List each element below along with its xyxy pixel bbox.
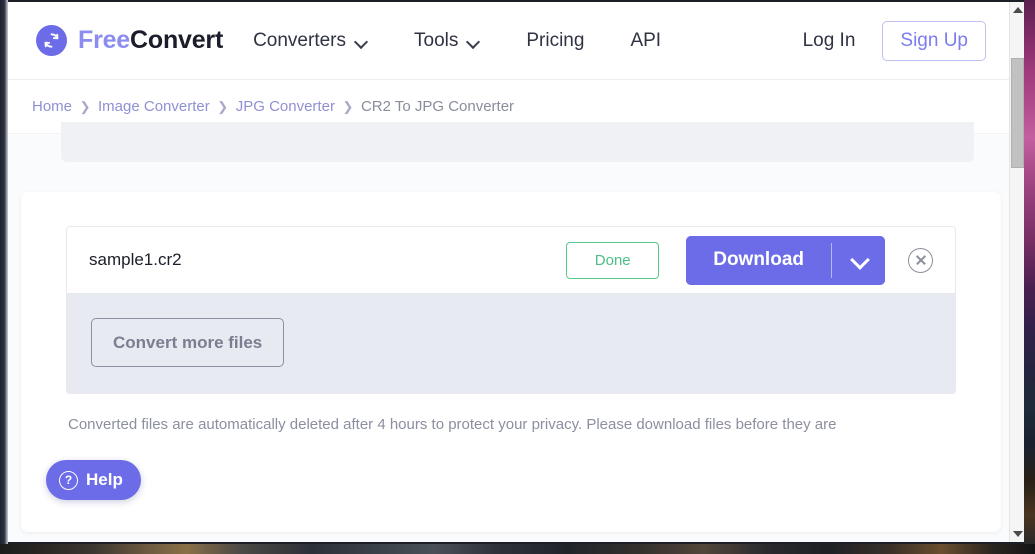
conversion-result-card: sample1.cr2 Done Download Convert more f… [21, 192, 1001, 532]
nav-label-converters: Converters [253, 29, 346, 51]
download-button[interactable]: Download [686, 235, 831, 285]
site-header: FreeConvert Converters Tools Pricing API [8, 2, 1014, 80]
breadcrumb-separator-icon: ❯ [217, 98, 229, 114]
chevron-down-icon [467, 37, 480, 45]
window-left-frame [0, 0, 8, 554]
nav-label-pricing: Pricing [526, 29, 585, 51]
download-button-group: Download [686, 235, 885, 285]
browser-viewport: FreeConvert Converters Tools Pricing API [8, 2, 1014, 542]
breadcrumb-separator-icon: ❯ [342, 98, 354, 114]
breadcrumb-item-image-converter[interactable]: Image Converter [98, 98, 210, 115]
vertical-scrollbar[interactable] [1009, 2, 1024, 542]
desktop-backdrop: FreeConvert Converters Tools Pricing API [0, 0, 1035, 554]
brand-text-free: Free [78, 26, 131, 54]
convert-more-files-button[interactable]: Convert more files [91, 318, 285, 367]
scroll-up-arrow-icon[interactable] [1010, 2, 1025, 18]
help-label: Help [86, 470, 123, 489]
download-options-button[interactable] [832, 235, 885, 285]
panel-gap [61, 162, 974, 172]
nav-label-tools: Tools [414, 29, 459, 51]
chevron-down-icon [355, 37, 368, 45]
login-link[interactable]: Log In [803, 30, 856, 52]
status-badge: Done [566, 241, 660, 279]
help-button[interactable]: ? Help [46, 460, 141, 500]
scrollbar-thumb[interactable] [1011, 58, 1024, 168]
nav-item-tools[interactable]: Tools [414, 22, 480, 60]
brand-wordmark: FreeConvert [78, 26, 223, 55]
page-content: sample1.cr2 Done Download Convert more f… [8, 122, 1014, 542]
main-navigation: Converters Tools Pricing API [253, 22, 802, 60]
background-photo-right-edge [1024, 0, 1035, 554]
refresh-circle-icon [36, 25, 67, 56]
file-name-label: sample1.cr2 [89, 250, 182, 269]
nav-item-pricing[interactable]: Pricing [526, 22, 584, 60]
breadcrumb-item-jpg-converter[interactable]: JPG Converter [236, 98, 335, 115]
signup-button[interactable]: Sign Up [882, 20, 986, 61]
card-footer: Convert more files [66, 294, 956, 394]
close-circle-icon[interactable] [908, 247, 933, 273]
nav-item-converters[interactable]: Converters [253, 22, 368, 60]
scrolled-panel-above [61, 122, 974, 162]
chevron-down-icon [851, 252, 867, 268]
nav-item-api[interactable]: API [630, 22, 661, 60]
header-account-actions: Log In Sign Up [803, 20, 1014, 61]
breadcrumb-item-current: CR2 To JPG Converter [360, 98, 515, 115]
nav-label-api: API [630, 29, 662, 51]
privacy-note: Converted files are automatically delete… [68, 416, 837, 433]
breadcrumb-item-home[interactable]: Home [32, 98, 72, 115]
breadcrumb-separator-icon: ❯ [79, 98, 91, 114]
file-row: sample1.cr2 Done Download [66, 226, 956, 294]
scroll-down-arrow-icon[interactable] [1010, 526, 1025, 542]
background-photo-bottom-edge [0, 544, 1035, 554]
question-circle-icon: ? [59, 470, 78, 490]
brand-logo[interactable]: FreeConvert [36, 25, 223, 56]
brand-text-convert: Convert [130, 26, 224, 54]
